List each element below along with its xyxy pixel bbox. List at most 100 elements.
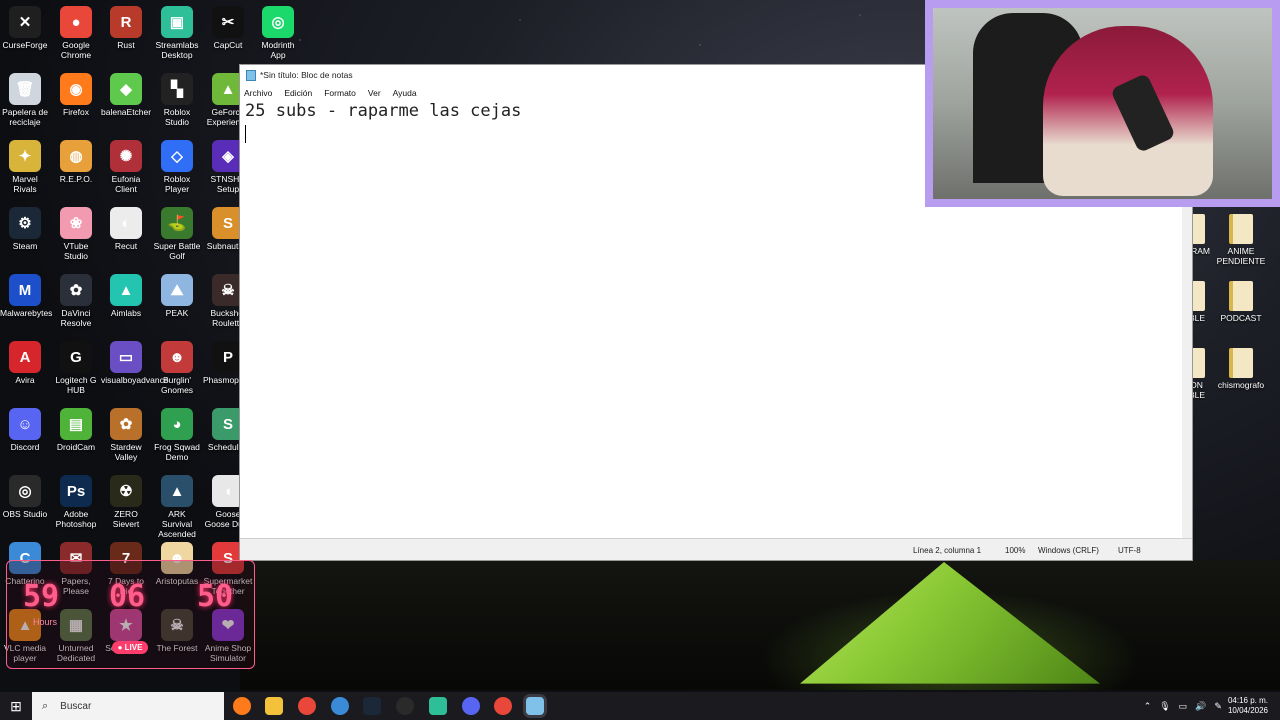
- desktop-icon[interactable]: ⚙ Steam: [0, 201, 50, 251]
- desktop-icon[interactable]: ◕ Frog Sqwad Demo: [152, 402, 202, 462]
- app-icon: ◎: [262, 6, 294, 38]
- desktop-icon-label: Discord: [10, 442, 40, 452]
- desktop-icon[interactable]: ◎ Modrinth App: [253, 0, 303, 60]
- desktop-icon[interactable]: M Malwarebytes: [0, 268, 53, 318]
- desktop-icon[interactable]: ▣ Streamlabs Desktop: [152, 0, 202, 60]
- clock[interactable]: 04:16 p. m. 10/04/2026: [1228, 696, 1268, 716]
- desktop-icon[interactable]: ☺ Discord: [0, 402, 50, 452]
- app-icon: ▤: [60, 408, 92, 440]
- desktop-icon[interactable]: ◎ OBS Studio: [0, 469, 50, 519]
- desktop-icon-label: PEAK: [165, 308, 189, 318]
- desktop-icon[interactable]: G Logitech G HUB: [51, 335, 101, 395]
- menu-edicion[interactable]: Edición: [284, 88, 312, 98]
- taskbar-notepad-icon[interactable]: [526, 697, 544, 715]
- desktop-icon-podcast[interactable]: PODCAST: [1211, 277, 1271, 323]
- start-button[interactable]: ⊞: [0, 692, 32, 720]
- desktop-icon[interactable]: ◍ R.E.P.O.: [51, 134, 101, 184]
- desktop-icon-label: Stardew Valley: [110, 442, 142, 462]
- taskbar-firefox-icon[interactable]: [233, 697, 251, 715]
- desktop-icon[interactable]: R Rust: [101, 0, 151, 50]
- app-icon: ◎: [9, 475, 41, 507]
- desktop-icon[interactable]: ☢ ZERO Sievert: [101, 469, 151, 529]
- desktop-icon-label: ARK Survival Ascended: [158, 509, 196, 539]
- taskbar-streamlabs-icon[interactable]: [429, 697, 447, 715]
- desktop-icon[interactable]: 🗑 Papelera de reciclaje: [0, 67, 50, 127]
- system-tray: ⌃ 🎙 ▭ 🔊 ✎ 04:16 p. m. 10/04/2026: [1144, 692, 1268, 720]
- app-icon: ◕: [161, 408, 193, 440]
- webcam-overlay: [925, 0, 1280, 207]
- desktop-icon-label: Logitech G HUB: [55, 375, 97, 395]
- chevron-up-icon[interactable]: ⌃: [1144, 701, 1152, 712]
- volume-icon[interactable]: 🔊: [1195, 701, 1206, 712]
- desktop-icon-label: DroidCam: [56, 442, 96, 452]
- clock-date: 10/04/2026: [1227, 706, 1268, 715]
- taskbar-search[interactable]: ⌕ Buscar: [32, 692, 224, 720]
- desktop-icon-label: Steam: [12, 241, 38, 251]
- desktop-icon[interactable]: ❀ VTube Studio: [51, 201, 101, 261]
- app-icon: ▭: [110, 341, 142, 373]
- app-icon: ☺: [9, 408, 41, 440]
- desktop-icon[interactable]: ✺ Eufonia Client: [101, 134, 151, 194]
- app-icon: ▲: [161, 475, 193, 507]
- desktop-icon-label: Eufonia Client: [111, 174, 141, 194]
- menu-ver[interactable]: Ver: [368, 88, 381, 98]
- desktop-icon[interactable]: ✿ Stardew Valley: [101, 402, 151, 462]
- menu-formato[interactable]: Formato: [324, 88, 356, 98]
- desktop-icon[interactable]: ▭ visualboyadvance: [101, 335, 169, 385]
- network-icon[interactable]: ▭: [1179, 701, 1188, 712]
- live-badge: ● LIVE: [112, 641, 148, 654]
- app-icon: ✂: [212, 6, 244, 38]
- taskbar-file-explorer-icon[interactable]: [265, 697, 283, 715]
- app-icon: ⛰: [161, 274, 193, 306]
- desktop-icon[interactable]: ✂ CapCut: [203, 0, 253, 50]
- desktop-icon-label: VTube Studio: [63, 241, 89, 261]
- taskbar-chrome-2-icon[interactable]: [494, 697, 512, 715]
- taskbar-steam-icon[interactable]: [363, 697, 381, 715]
- app-icon: ✦: [9, 140, 41, 172]
- taskbar-discord-icon[interactable]: [462, 697, 480, 715]
- desktop-icon-label: Frog Sqwad Demo: [154, 442, 200, 462]
- microphone-icon[interactable]: 🎙: [1159, 701, 1170, 712]
- desktop-icon-chismografo[interactable]: chismografo: [1211, 344, 1271, 390]
- desktop-icon[interactable]: ▤ DroidCam: [51, 402, 101, 452]
- desktop-icon-anime-pendiente[interactable]: ANIME PENDIENTE: [1211, 210, 1271, 266]
- menu-archivo[interactable]: Archivo: [244, 88, 272, 98]
- taskbar-obs-icon[interactable]: [396, 697, 414, 715]
- desktop-icon[interactable]: ▲ Aimlabs: [101, 268, 151, 318]
- menu-ayuda[interactable]: Ayuda: [393, 88, 417, 98]
- desktop-icon-label: balenaEtcher: [101, 107, 152, 117]
- desktop-icon[interactable]: ☻ Burglin' Gnomes: [152, 335, 202, 395]
- taskbar-chrome-icon[interactable]: [298, 697, 316, 715]
- desktop-icon[interactable]: ✕ CurseForge: [0, 0, 50, 50]
- app-icon: ▲: [110, 274, 142, 306]
- desktop-icon[interactable]: ⛰ PEAK: [152, 268, 202, 318]
- app-icon: Ps: [60, 475, 92, 507]
- timer-seconds: 50: [197, 579, 234, 614]
- desktop-icon[interactable]: ✦ Marvel Rivals: [0, 134, 50, 194]
- app-icon: ❀: [60, 207, 92, 239]
- folder-icon: [1229, 214, 1253, 244]
- desktop-icon[interactable]: ▲ ARK Survival Ascended: [152, 469, 202, 539]
- desktop-icon[interactable]: ⛳ Super Battle Golf: [152, 201, 202, 261]
- language-icon[interactable]: ✎: [1214, 701, 1222, 712]
- app-icon: ▣: [161, 6, 193, 38]
- app-icon: ✺: [110, 140, 142, 172]
- desktop-icon[interactable]: ▚ Roblox Studio: [152, 67, 202, 127]
- desktop-icon-label: Aimlabs: [110, 308, 142, 318]
- desktop-icon[interactable]: ◐ Recut: [101, 201, 151, 251]
- desktop-icon[interactable]: ● Google Chrome: [51, 0, 101, 60]
- desktop-icon[interactable]: ✿ DaVinci Resolve: [51, 268, 101, 328]
- desktop-icon-label: Malwarebytes: [0, 308, 53, 318]
- desktop-icon[interactable]: ◇ Roblox Player: [152, 134, 202, 194]
- desktop-icon-label: Avira: [15, 375, 35, 385]
- desktop-icon-label: Modrinth App: [261, 40, 295, 60]
- app-icon: ✕: [9, 6, 41, 38]
- desktop-icon[interactable]: Ps Adobe Photoshop: [51, 469, 101, 529]
- status-eol: Windows (CRLF): [1038, 546, 1099, 555]
- desktop-icon[interactable]: A Avira: [0, 335, 50, 385]
- desktop-icon-label: DaVinci Resolve: [60, 308, 92, 328]
- desktop-icon[interactable]: ◉ Firefox: [51, 67, 101, 117]
- desktop-icon[interactable]: ◆ balenaEtcher: [101, 67, 151, 117]
- app-icon: ◍: [60, 140, 92, 172]
- taskbar-chatterino-icon[interactable]: [331, 697, 349, 715]
